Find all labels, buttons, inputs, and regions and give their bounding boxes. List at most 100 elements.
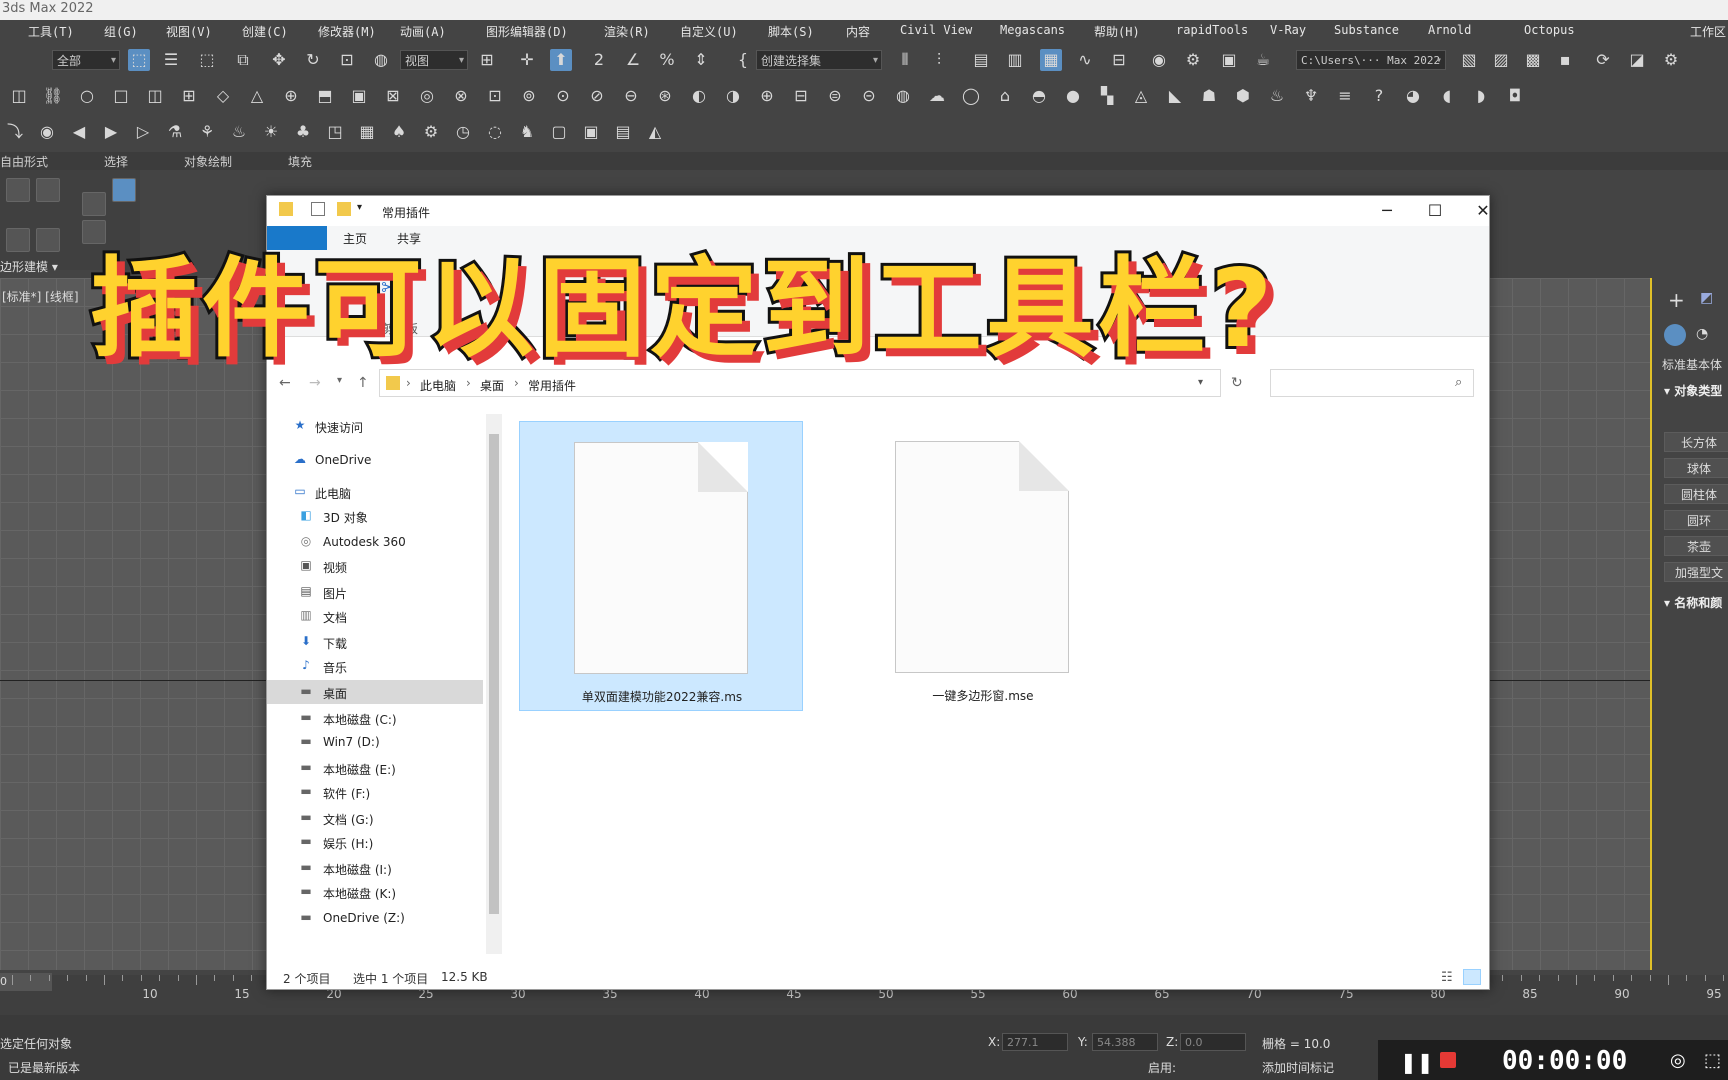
y-coordinate-field[interactable]: 54.388 (1092, 1033, 1158, 1051)
ribbon-button-5[interactable] (6, 228, 30, 252)
maximize-icon[interactable]: ☐ (1415, 200, 1455, 222)
tool-icon[interactable]: ⊗ (450, 85, 472, 107)
menu-item[interactable]: 图形编辑器(D) (486, 23, 568, 40)
z-coordinate-field[interactable]: 0.0 (1180, 1033, 1246, 1051)
tool-icon[interactable]: ⤵ (4, 121, 26, 143)
rotate-icon[interactable]: ↻ (302, 49, 324, 71)
up-icon[interactable]: ↑ (357, 375, 369, 391)
menu-item[interactable]: Arnold (1428, 23, 1471, 37)
frame-buffer-icon[interactable]: ◪ (1626, 49, 1648, 71)
tool-icon[interactable]: ⚘ (196, 121, 218, 143)
ribbon-button-3[interactable] (82, 192, 106, 216)
geometry-icon[interactable] (1664, 324, 1686, 346)
tool-icon[interactable]: ▤ (612, 121, 634, 143)
object-type-button[interactable]: 加强型文 (1664, 562, 1728, 582)
select-by-name-icon[interactable]: ☰ (160, 49, 182, 71)
tool-icon[interactable]: ◉ (36, 121, 58, 143)
material-editor-icon[interactable]: ◉ (1148, 49, 1170, 71)
tool-icon[interactable]: ◓ (1028, 85, 1050, 107)
menu-item[interactable]: 修改器(M) (318, 23, 376, 40)
stop-icon[interactable] (1440, 1052, 1456, 1068)
curve-editor-icon[interactable]: ∿ (1074, 49, 1096, 71)
nav-item[interactable]: ▬ 本地磁盘 (C:) (267, 706, 483, 730)
edit-named-sets-icon[interactable]: { (732, 49, 754, 71)
tool-icon[interactable]: ◫ (144, 85, 166, 107)
breadcrumb-separator-icon[interactable]: › (466, 376, 471, 390)
menu-item[interactable]: 工具(T) (28, 23, 74, 40)
file-item[interactable]: 单双面建模功能2022兼容.ms (519, 421, 803, 711)
tool-icon[interactable]: ⊚ (518, 85, 540, 107)
tool-icon[interactable]: ▣ (348, 85, 370, 107)
tool-icon[interactable]: ⊡ (484, 85, 506, 107)
object-type-button[interactable]: 长方体 (1664, 432, 1728, 452)
close-icon[interactable]: ✕ (1463, 200, 1503, 222)
tool-icon[interactable]: ◣ (1164, 85, 1186, 107)
tool-icon[interactable]: ♣ (292, 121, 314, 143)
menu-item[interactable]: 视图(V) (166, 23, 212, 40)
nav-item[interactable]: ▭ 此电脑 (267, 480, 483, 504)
menu-item[interactable]: 动画(A) (400, 23, 446, 40)
breadcrumb-this-pc[interactable]: 此电脑 (420, 377, 456, 394)
nav-item[interactable]: ♪ 音乐 (267, 654, 483, 678)
tool-icon[interactable]: ⬒ (314, 85, 336, 107)
tool-icon[interactable]: ⊝ (858, 85, 880, 107)
nav-item[interactable]: ▬ 本地磁盘 (E:) (267, 756, 483, 780)
tool-icon[interactable]: ⛓ (42, 85, 64, 107)
window-crossing-icon[interactable]: ⧉ (232, 49, 254, 71)
file-item[interactable]: 一键多边形窗.mse (841, 421, 1125, 711)
tool-icon[interactable]: ◇ (212, 85, 234, 107)
keyboard-shortcut-icon[interactable]: ⬆ (550, 49, 572, 71)
tool-icon[interactable]: ≡ (1334, 85, 1356, 107)
rect-select-icon[interactable]: ⬚ (196, 49, 218, 71)
place-icon[interactable]: ◍ (370, 49, 392, 71)
ribbon-group-label[interactable]: 选择 (104, 153, 128, 170)
rendered-frame-icon[interactable]: ▣ (1218, 49, 1240, 71)
tool-icon[interactable]: ⚙ (420, 121, 442, 143)
ribbon-group-label[interactable]: 自由形式 (0, 153, 48, 170)
vray-icon-2[interactable]: ▨ (1490, 49, 1512, 71)
recent-chevron-icon[interactable]: ▾ (337, 375, 342, 386)
tool-icon[interactable]: ▚ (1096, 85, 1118, 107)
tool-icon[interactable]: ⊖ (620, 85, 642, 107)
modify-tab-icon[interactable]: ◩ (1700, 290, 1713, 306)
shapes-icon[interactable]: ◔ (1696, 326, 1708, 342)
add-time-tag[interactable]: 添加时间标记 (1262, 1059, 1334, 1076)
tool-icon[interactable]: ◫ (8, 85, 30, 107)
refresh-icon[interactable]: ⟳ (1592, 49, 1614, 71)
select-object-icon[interactable]: ⬚ (128, 49, 150, 71)
nav-item[interactable]: ▬ Win7 (D:) (267, 730, 483, 754)
tool-icon[interactable]: ▷ (132, 121, 154, 143)
menu-item[interactable]: 自定义(U) (680, 23, 738, 40)
name-color-section[interactable]: ▾ 名称和颜 (1664, 594, 1722, 611)
move-icon[interactable]: ✥ (268, 49, 290, 71)
create-tab-icon[interactable]: + (1668, 288, 1685, 312)
tool-icon[interactable]: ◍ (892, 85, 914, 107)
tool-icon[interactable]: ◖ (1436, 85, 1458, 107)
large-icons-view-icon[interactable] (1463, 969, 1481, 985)
minimize-icon[interactable]: ─ (1367, 200, 1407, 222)
render-teapot-icon[interactable]: ☕ (1252, 49, 1274, 71)
breadcrumb-separator-icon[interactable]: › (514, 376, 519, 390)
selection-filter-dropdown[interactable]: 全部 (52, 50, 120, 71)
tool-icon[interactable]: ▦ (356, 121, 378, 143)
address-bar[interactable]: › 此电脑 › 桌面 › 常用插件 ▾ (379, 369, 1221, 397)
tool-icon[interactable]: ◕ (1402, 85, 1424, 107)
tool-icon[interactable]: ◎ (416, 85, 438, 107)
menu-item[interactable]: 脚本(S) (768, 23, 814, 40)
tool-icon[interactable]: ♆ (1300, 85, 1322, 107)
tool-icon[interactable]: ● (1062, 85, 1084, 107)
tool-icon[interactable]: ◬ (1130, 85, 1152, 107)
tool-icon[interactable]: ⊕ (756, 85, 778, 107)
tool-icon[interactable]: □ (110, 85, 132, 107)
tool-icon[interactable]: ♠ (388, 121, 410, 143)
ribbon-button-1[interactable] (6, 178, 30, 202)
refresh-icon[interactable]: ↻ (1231, 375, 1243, 391)
tool-icon[interactable]: ◌ (484, 121, 506, 143)
tool-icon[interactable]: ◑ (722, 85, 744, 107)
scene-explorer-icon[interactable]: ▤ (970, 49, 992, 71)
tool-icon[interactable]: ? (1368, 85, 1390, 107)
tool-icon[interactable]: ◘ (1504, 85, 1526, 107)
nav-item[interactable]: ◧ 3D 对象 (267, 504, 483, 528)
object-type-section[interactable]: ▾ 对象类型 (1664, 382, 1722, 399)
nav-item[interactable]: ▣ 视频 (267, 554, 483, 578)
